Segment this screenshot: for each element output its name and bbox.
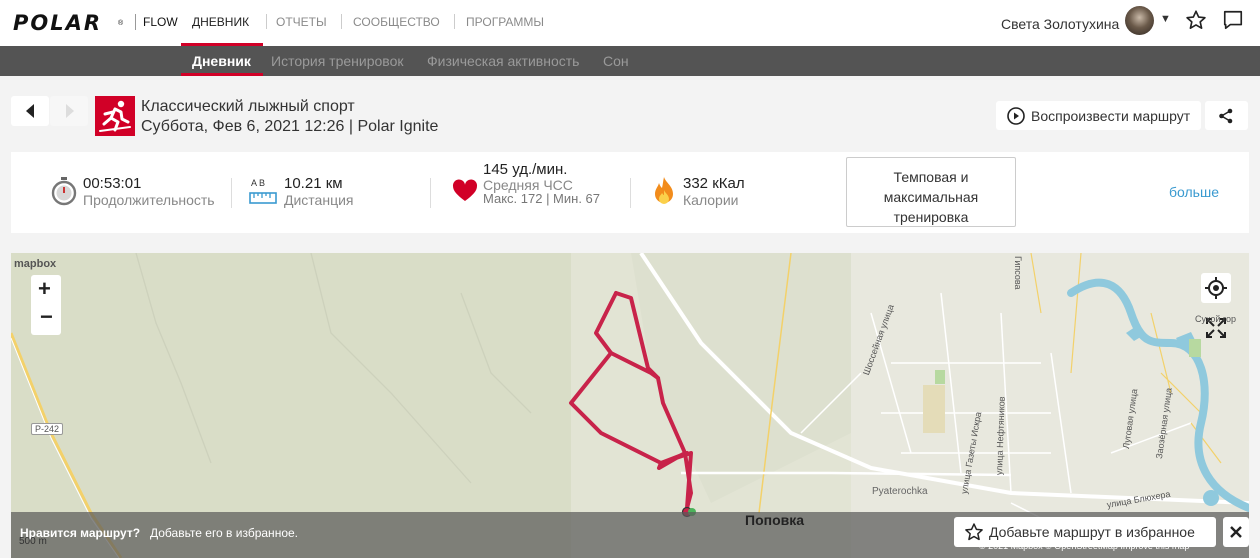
zoom-controls: + −	[31, 275, 61, 335]
distance-ab-label: A B	[251, 178, 266, 188]
route-map[interactable]: mapbox + − Р-242 Шоссейная улица Гипсова…	[11, 253, 1249, 558]
stat-divider	[630, 178, 631, 208]
duration-label: Продолжительность	[83, 192, 215, 208]
distance-label: Дистанция	[284, 192, 354, 208]
heart-rate-value: 145 уд./мин.	[483, 161, 568, 178]
stat-divider	[430, 178, 431, 208]
zoom-out-button[interactable]: −	[40, 304, 53, 330]
heart-rate-minmax: Макс. 172 | Мин. 67	[483, 191, 601, 206]
logo-registered-mark: ®	[118, 20, 124, 27]
avatar[interactable]	[1125, 6, 1154, 35]
more-link[interactable]: больше	[1169, 184, 1219, 200]
distance-value: 10.21 км	[284, 175, 343, 192]
add-favorite-route-label: Добавьте маршрут в избранное	[989, 524, 1195, 540]
sport-title: Классический лыжный спорт	[141, 98, 355, 115]
subnav-training-history[interactable]: История тренировок	[271, 53, 403, 69]
nav-programs[interactable]: ПРОГРАММЫ	[466, 15, 544, 29]
previous-session-button[interactable]	[11, 96, 49, 126]
nav-divider	[341, 14, 342, 29]
user-name[interactable]: Света Золотухина	[1001, 16, 1119, 32]
sub-navigation: Дневник История тренировок Физическая ак…	[0, 46, 1260, 76]
chevron-down-icon[interactable]: ▼	[1160, 13, 1171, 25]
ruler-icon	[249, 192, 277, 204]
heart-icon	[452, 179, 478, 201]
logo-divider	[135, 14, 136, 30]
replay-route-label: Воспроизвести маршрут	[1031, 108, 1191, 124]
favorite-prompt-text: Добавьте его в избранное.	[150, 526, 298, 540]
mapbox-logo[interactable]: mapbox	[14, 258, 56, 270]
map-attribution[interactable]: © 2021 Mapbox © OpenStreetMap Improve th…	[979, 541, 1189, 551]
top-bar: POLAR ® FLOW ДНЕВНИК ОТЧЕТЫ СООБЩЕСТВО П…	[0, 0, 1260, 46]
stat-divider	[231, 178, 232, 208]
chat-icon[interactable]	[1222, 9, 1244, 36]
subnav-active-indicator	[181, 73, 263, 76]
nav-diary[interactable]: ДНЕВНИК	[192, 15, 249, 29]
share-button[interactable]	[1205, 101, 1248, 130]
subnav-sleep[interactable]: Сон	[603, 53, 629, 69]
play-circle-icon	[1007, 107, 1025, 125]
star-icon	[965, 523, 983, 541]
close-prompt-button[interactable]	[1223, 517, 1249, 547]
duration-value: 00:53:01	[83, 175, 142, 192]
locate-icon	[1205, 277, 1227, 299]
replay-route-button[interactable]: Воспроизвести маршрут	[996, 101, 1201, 130]
star-icon[interactable]	[1185, 9, 1207, 36]
nav-community[interactable]: СООБЩЕСТВО	[353, 15, 440, 29]
close-icon	[1230, 526, 1242, 538]
locate-button[interactable]	[1201, 273, 1231, 303]
next-session-button[interactable]	[50, 96, 88, 126]
polar-logo[interactable]: POLAR	[13, 11, 102, 35]
session-summary: 00:53:01 Продолжительность A B 10.21 км …	[11, 152, 1249, 233]
training-benefit-tag: Темповая и максимальная тренировка	[846, 157, 1016, 227]
session-date-device: Суббота, Фев 6, 2021 12:26 | Polar Ignit…	[141, 118, 439, 135]
road-badge: Р-242	[31, 423, 64, 435]
place-label-small: Сухой гор	[1195, 314, 1237, 324]
flame-icon	[655, 177, 673, 204]
subnav-diary[interactable]: Дневник	[192, 53, 251, 69]
calories-label: Калории	[683, 192, 739, 208]
street-label: Гипсова	[1013, 256, 1023, 290]
map-scale: 500 m	[19, 536, 47, 547]
place-label: Поповка	[745, 512, 805, 528]
stopwatch-icon	[51, 177, 77, 206]
calories-value: 332 кКал	[683, 175, 745, 192]
poi-label: Pyaterochka	[872, 486, 928, 497]
nav-divider	[454, 14, 455, 29]
nav-reports[interactable]: ОТЧЕТЫ	[276, 15, 327, 29]
nav-divider	[266, 14, 267, 29]
arrow-left-icon	[26, 104, 34, 118]
arrow-right-icon	[66, 104, 74, 118]
app-name-flow: FLOW	[143, 15, 178, 29]
favorite-prompt-bar: Нравится маршрут? Добавьте его в избранн…	[11, 512, 1249, 558]
sport-ski-icon	[95, 96, 135, 136]
share-icon	[1219, 108, 1233, 124]
zoom-in-button[interactable]: +	[38, 276, 51, 302]
subnav-activity[interactable]: Физическая активность	[427, 53, 579, 69]
